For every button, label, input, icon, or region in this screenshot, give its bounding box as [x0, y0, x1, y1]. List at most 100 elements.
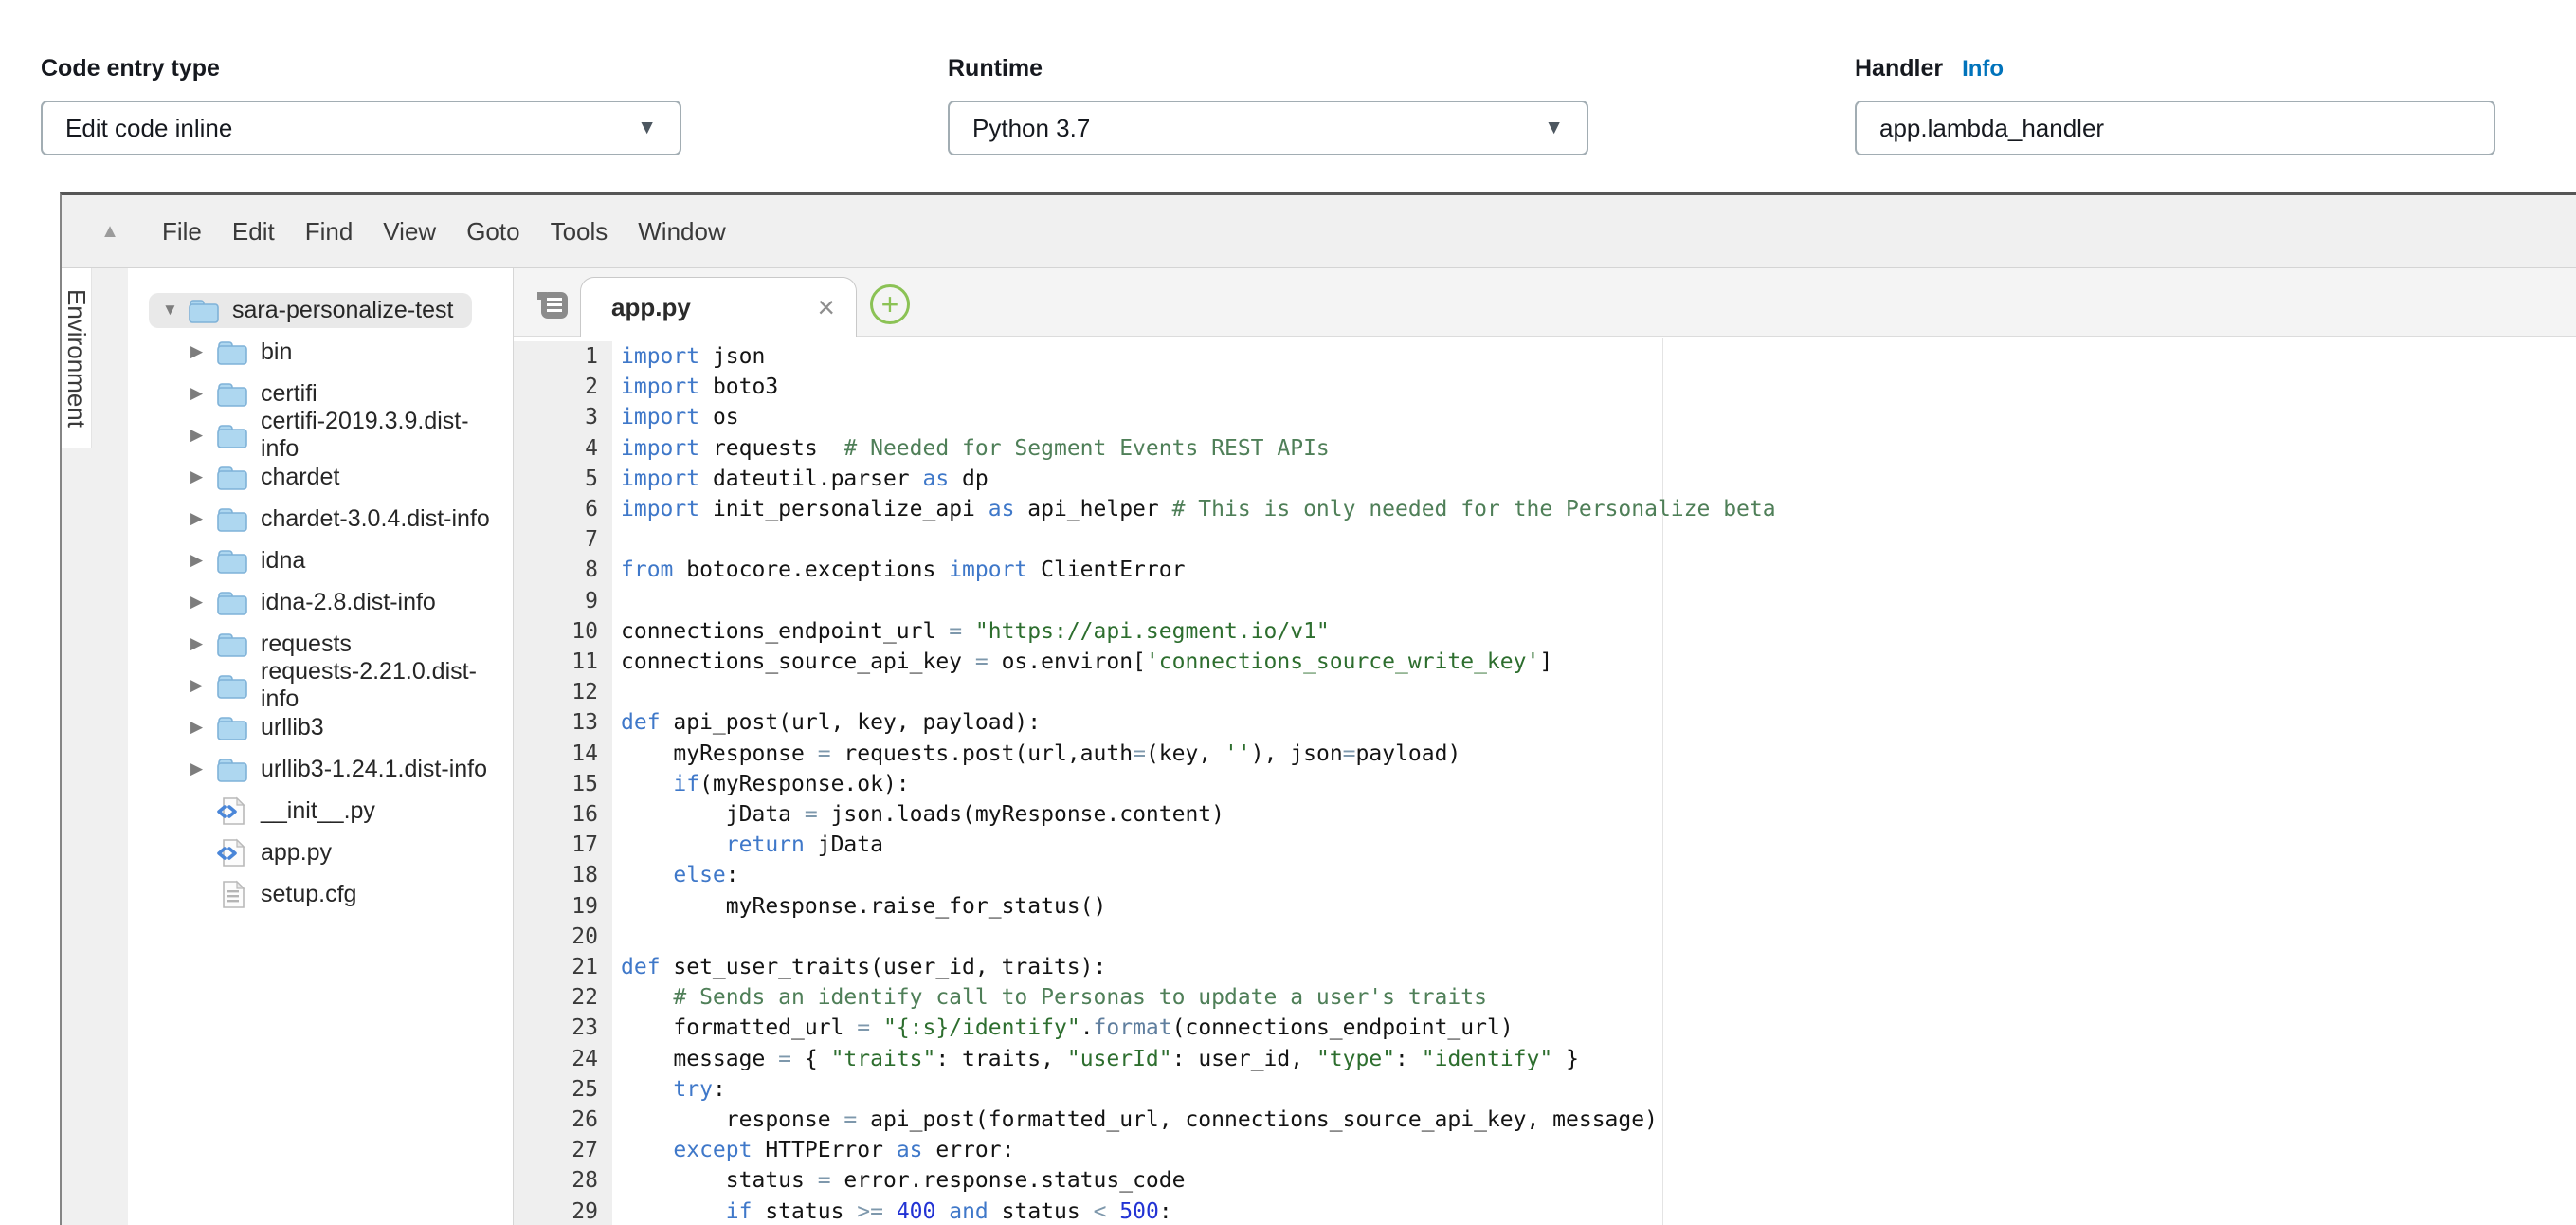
tree-item--init-py[interactable]: __init__.py	[128, 790, 513, 832]
code-line	[621, 524, 1776, 555]
tree-item-bin[interactable]: ▶bin	[128, 331, 513, 373]
tree-item-label: requests-2.21.0.dist-info	[261, 658, 494, 713]
tree-item-idna-2-8-dist-info[interactable]: ▶ idna-2.8.dist-info	[128, 581, 513, 623]
line-number: 23	[514, 1013, 598, 1043]
tree-item-label: setup.cfg	[261, 881, 356, 908]
code-entry-type-field: Code entry type Edit code inline ▼	[41, 55, 681, 155]
code-editor-window: ▲ FileEditFindViewGotoToolsWindow Enviro…	[60, 192, 2576, 1225]
disclosure-collapsed-icon[interactable]: ▶	[190, 467, 216, 486]
code-line: import requests # Needed for Segment Eve…	[621, 433, 1776, 464]
menu-window[interactable]: Window	[623, 217, 740, 247]
tree-item-urllib3-1-24-1-dist-info[interactable]: ▶urllib3-1.24.1.dist-info	[128, 748, 513, 790]
line-number: 16	[514, 799, 598, 830]
line-number: 3	[514, 402, 598, 432]
tree-item-label: app.py	[261, 839, 332, 867]
code-line: connections_endpoint_url = "https://api.…	[621, 616, 1776, 647]
folder-icon	[216, 546, 248, 576]
runtime-select[interactable]: Python 3.7 ▼	[948, 101, 1588, 155]
tab-list-button[interactable]	[535, 289, 571, 326]
tree-item-idna[interactable]: ▶idna	[128, 539, 513, 581]
disclosure-collapsed-icon[interactable]: ▶	[190, 593, 216, 612]
handler-info-link[interactable]: Info	[1962, 56, 2004, 82]
line-number: 24	[514, 1044, 598, 1074]
menu-tools[interactable]: Tools	[535, 217, 624, 247]
tree-item-label: urllib3	[261, 714, 324, 741]
folder-icon	[216, 463, 248, 492]
line-number: 5	[514, 464, 598, 494]
disclosure-expanded-icon[interactable]: ▼	[162, 301, 188, 320]
plus-icon: +	[881, 289, 899, 320]
tree-item-setup-cfg[interactable]: setup.cfg	[128, 873, 513, 915]
disclosure-collapsed-icon[interactable]: ▶	[190, 759, 216, 778]
tree-item-label: idna-2.8.dist-info	[261, 589, 436, 616]
runtime-field: Runtime Python 3.7 ▼	[948, 55, 1588, 155]
handler-field: Handler Info app.lambda_handler	[1855, 55, 2495, 155]
tab-label: app.py	[611, 293, 691, 322]
line-number: 21	[514, 952, 598, 982]
line-number: 29	[514, 1197, 598, 1225]
line-number: 27	[514, 1135, 598, 1165]
row-content: ▶chardet	[177, 460, 358, 495]
row-content: __init__.py	[177, 794, 394, 829]
code-line: else:	[621, 860, 1776, 890]
tree-item-chardet-3-0-4-dist-info[interactable]: ▶chardet-3.0.4.dist-info	[128, 498, 513, 539]
code-line: connections_source_api_key = os.environ[…	[621, 647, 1776, 677]
environment-tab[interactable]: Environment	[62, 268, 92, 448]
tree-item-label: __init__.py	[261, 797, 375, 825]
disclosure-collapsed-icon[interactable]: ▶	[190, 509, 216, 528]
row-content: ▶chardet-3.0.4.dist-info	[177, 502, 509, 537]
code-line: import json	[621, 341, 1776, 372]
chevron-down-icon: ▼	[1544, 117, 1564, 139]
line-number: 18	[514, 860, 598, 890]
tree-item-label: certifi	[261, 380, 317, 408]
close-tab-icon[interactable]: ×	[817, 290, 835, 325]
disclosure-collapsed-icon[interactable]: ▶	[190, 634, 216, 653]
tree-item-app-py[interactable]: app.py	[128, 832, 513, 873]
tree-item-sara-personalize-test[interactable]: ▼sara-personalize-test	[128, 289, 513, 331]
folder-icon	[216, 588, 248, 617]
code-editor-surface[interactable]: 1234567891011121314151617181920212223242…	[514, 337, 2576, 1225]
row-content: ▶idna	[177, 543, 324, 578]
handler-value: app.lambda_handler	[1879, 114, 2104, 143]
line-number: 20	[514, 922, 598, 952]
collapse-editor-button[interactable]: ▲	[94, 221, 126, 243]
line-number: 19	[514, 891, 598, 922]
code-line: return jData	[621, 830, 1776, 860]
menu-file[interactable]: File	[147, 217, 217, 247]
handler-input[interactable]: app.lambda_handler	[1855, 101, 2495, 155]
row-content: app.py	[177, 835, 351, 870]
disclosure-collapsed-icon[interactable]: ▶	[190, 384, 216, 403]
tab-list-icon	[535, 289, 571, 321]
runtime-label: Runtime	[948, 55, 1043, 82]
left-tab-strip: Environment	[62, 268, 128, 1225]
tree-item-requests-2-21-0-dist-info[interactable]: ▶requests-2.21.0.dist-info	[128, 665, 513, 706]
tree-item-certifi-2019-3-9-dist-info[interactable]: ▶certifi-2019.3.9.dist-info	[128, 414, 513, 456]
new-tab-button[interactable]: +	[870, 284, 910, 324]
folder-icon	[216, 338, 248, 367]
menu-view[interactable]: View	[368, 217, 451, 247]
folder-icon	[216, 421, 248, 450]
code-pane: app.py × + 12345678910111213141516171819…	[514, 268, 2576, 1225]
menu-find[interactable]: Find	[290, 217, 369, 247]
line-number: 15	[514, 769, 598, 799]
disclosure-collapsed-icon[interactable]: ▶	[190, 676, 216, 695]
code-entry-type-value: Edit code inline	[65, 114, 232, 143]
disclosure-collapsed-icon[interactable]: ▶	[190, 342, 216, 361]
menu-goto[interactable]: Goto	[451, 217, 535, 247]
menu-edit[interactable]: Edit	[217, 217, 290, 247]
line-number: 17	[514, 830, 598, 860]
line-number: 12	[514, 677, 598, 707]
code-entry-type-label: Code entry type	[41, 55, 220, 82]
line-number: 13	[514, 707, 598, 738]
row-content: ▶ requests-2.21.0.dist-info	[177, 655, 513, 716]
tab-app-py[interactable]: app.py ×	[580, 277, 857, 337]
line-number: 8	[514, 555, 598, 585]
line-number: 2	[514, 372, 598, 402]
code-line: myResponse = requests.post(url,auth=(key…	[621, 739, 1776, 769]
disclosure-collapsed-icon[interactable]: ▶	[190, 551, 216, 570]
folder-icon	[188, 296, 220, 325]
code-entry-type-select[interactable]: Edit code inline ▼	[41, 101, 681, 155]
code-line: import os	[621, 402, 1776, 432]
disclosure-collapsed-icon[interactable]: ▶	[190, 426, 216, 445]
disclosure-collapsed-icon[interactable]: ▶	[190, 718, 216, 737]
